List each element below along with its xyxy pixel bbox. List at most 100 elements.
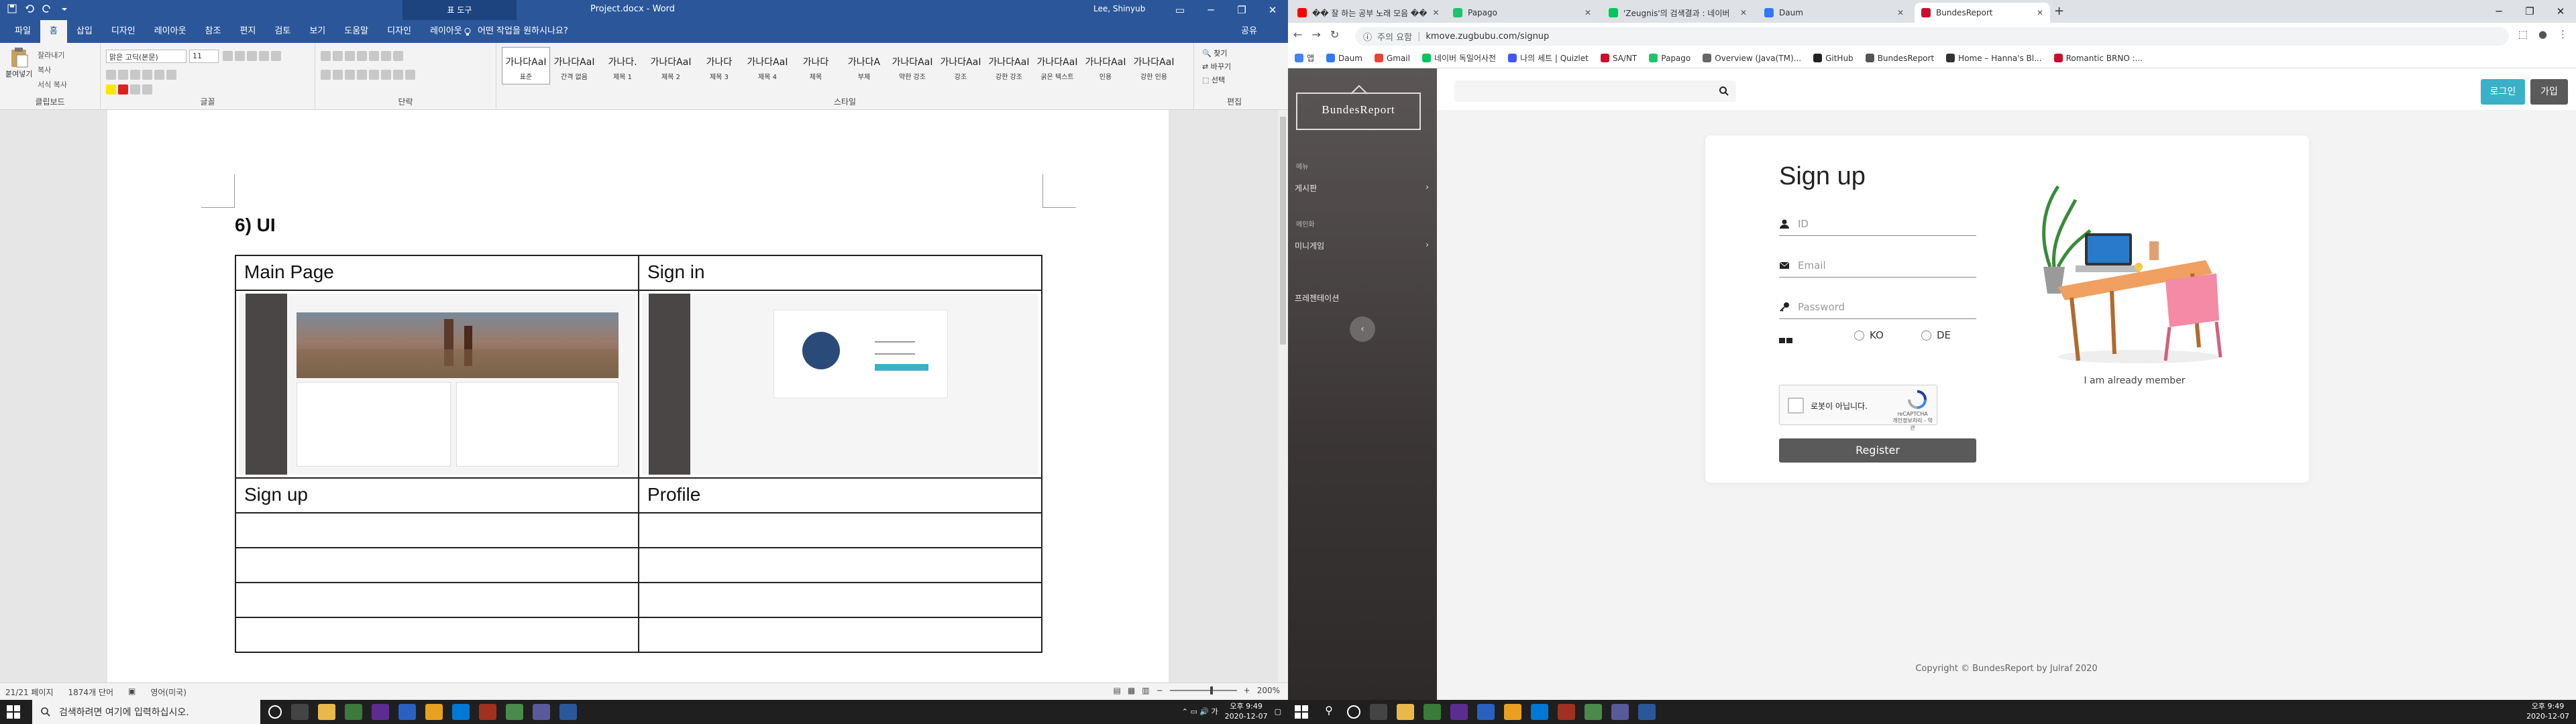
id-field[interactable]: ID <box>1779 212 1976 236</box>
omnibox[interactable]: ⓘ 주의 요함 | kmove.zugbubu.com/signup <box>1355 27 2509 46</box>
close-icon[interactable]: ✕ <box>2545 0 2576 23</box>
profile-avatar-icon[interactable]: ● <box>2538 28 2547 40</box>
phonetic-icon[interactable] <box>271 51 281 61</box>
copy-button[interactable]: 복사 <box>38 63 67 78</box>
windows-start-icon[interactable] <box>1295 705 1308 719</box>
extensions-puzzle-icon[interactable]: ⬚ <box>2518 28 2528 40</box>
browser-tab[interactable]: Daum ✕ <box>1758 3 1911 23</box>
sidebar-item-board[interactable]: 게시판 › <box>1295 182 1429 194</box>
customize-qat-icon[interactable] <box>59 3 70 14</box>
table-cell[interactable] <box>235 617 639 653</box>
app-icon[interactable] <box>533 704 550 720</box>
password-field[interactable]: Password <box>1779 295 1976 319</box>
language-status[interactable]: 영어(미국) <box>150 686 186 698</box>
vscode-icon[interactable] <box>452 704 470 720</box>
table-cell-image[interactable] <box>235 290 639 479</box>
read-mode-icon[interactable]: ▤ <box>1114 686 1121 695</box>
radio-circle[interactable] <box>1921 330 1931 341</box>
italic-icon[interactable] <box>118 70 128 80</box>
bullets-icon[interactable] <box>321 51 331 61</box>
app-icon[interactable] <box>506 704 523 720</box>
share-button[interactable]: 공유 <box>1241 20 1257 43</box>
bold-icon[interactable] <box>106 70 116 80</box>
align-right-icon[interactable] <box>345 70 355 80</box>
word-icon[interactable] <box>559 704 577 720</box>
print-layout-icon[interactable]: ▦ <box>1128 686 1135 695</box>
ribbon-tab[interactable]: 디자인 <box>378 20 421 43</box>
paste-button[interactable]: 붙여넣기 <box>5 47 32 79</box>
table-cell[interactable] <box>235 512 639 548</box>
highlight-icon[interactable] <box>106 84 116 95</box>
cut-button[interactable]: 잘라내기 <box>38 48 67 63</box>
lang-de-radio[interactable]: DE <box>1921 329 1951 341</box>
grow-font-icon[interactable] <box>223 51 233 61</box>
scroll-thumb[interactable] <box>1280 117 1286 345</box>
table-cell[interactable]: Sign in <box>637 255 1043 291</box>
proofing-icon[interactable]: ▣ <box>128 686 136 698</box>
app-icon[interactable] <box>479 704 496 720</box>
word-count[interactable]: 1874개 단어 <box>68 686 113 698</box>
justify-icon[interactable] <box>357 70 367 80</box>
increase-indent-icon[interactable] <box>369 51 379 61</box>
bookmark-item[interactable]: 앱 <box>1295 52 1314 64</box>
bookmark-item[interactable]: Home – Hanna's Bl... <box>1946 54 2042 63</box>
zoom-slider[interactable] <box>1169 686 1237 695</box>
taskbar-search[interactable]: 검색하려면 여기에 입력하십시오. <box>32 700 260 724</box>
table-cell[interactable]: Main Page <box>235 255 639 291</box>
app-icon[interactable] <box>1558 704 1575 720</box>
tab-close-icon[interactable]: ✕ <box>1585 8 1591 17</box>
bookmark-item[interactable]: 네이버 독일어사전 <box>1421 52 1496 64</box>
ribbon-tab[interactable]: 편지 <box>230 20 265 43</box>
browser-tab[interactable]: Papago ✕ <box>1446 3 1598 23</box>
app-icon[interactable] <box>398 704 416 720</box>
warning-icon[interactable]: ⓘ <box>1363 30 1372 43</box>
multilevel-icon[interactable] <box>345 51 355 61</box>
bookmark-item[interactable]: Overview (Java(TM)... <box>1703 54 1801 63</box>
shading-icon[interactable] <box>393 70 403 80</box>
bookmark-item[interactable]: GitHub <box>1813 54 1854 63</box>
decrease-indent-icon[interactable] <box>357 51 367 61</box>
style-item[interactable]: 가나다AaI 제목 2 <box>647 47 695 84</box>
register-button[interactable]: Register <box>1779 438 1976 463</box>
cortana-icon[interactable] <box>1347 705 1360 719</box>
save-icon[interactable] <box>7 3 17 14</box>
bookmark-item[interactable]: Papago <box>1649 54 1690 63</box>
visual-studio-icon[interactable] <box>372 704 389 720</box>
recaptcha-checkbox[interactable] <box>1788 398 1804 414</box>
strikethrough-icon[interactable] <box>142 70 152 80</box>
ribbon-tab[interactable]: 파일 <box>5 20 40 43</box>
format-painter-button[interactable]: 서식 복사 <box>38 78 67 93</box>
file-explorer-icon[interactable] <box>1397 704 1414 720</box>
table-cell[interactable] <box>637 617 1043 653</box>
table-cell[interactable] <box>637 512 1043 548</box>
word-icon[interactable] <box>1638 704 1656 720</box>
new-tab-icon[interactable]: + <box>2054 4 2064 18</box>
table-cell[interactable]: Profile <box>637 477 1043 514</box>
ribbon-display-icon[interactable]: ▭ <box>1165 0 1195 20</box>
clear-format-icon[interactable] <box>259 51 269 61</box>
already-member-link[interactable]: I am already member <box>2054 375 2215 386</box>
ribbon-tab[interactable]: 보기 <box>300 20 335 43</box>
style-item[interactable]: 가나다AaI 강한 강조 <box>985 47 1033 84</box>
style-item[interactable]: 가나다AaI 약한 강조 <box>888 47 936 84</box>
style-item[interactable]: 가나다AaI 간격 없음 <box>550 47 598 84</box>
back-icon[interactable]: ← <box>1293 28 1302 41</box>
bookmark-item[interactable]: SA/NT <box>1600 54 1637 63</box>
tray-icons[interactable]: ⌃ ▭ 🔊 가 <box>1182 706 1218 717</box>
style-item[interactable]: 가나다 제목 <box>792 47 840 84</box>
zoom-in-icon[interactable]: + <box>1244 686 1250 695</box>
ribbon-tab[interactable]: 디자인 <box>102 20 145 43</box>
bookmark-item[interactable]: BundesReport <box>1865 54 1934 63</box>
bookmark-item[interactable]: Romantic BRNO :... <box>2053 54 2143 63</box>
visual-studio-icon[interactable] <box>1450 704 1468 720</box>
align-center-icon[interactable] <box>333 70 343 80</box>
table-cell[interactable] <box>235 582 639 618</box>
ribbon-tab[interactable]: 삽입 <box>67 20 102 43</box>
login-button[interactable]: 로그인 <box>2481 79 2525 105</box>
app-icon[interactable] <box>1611 704 1629 720</box>
style-item[interactable]: 가나다AaI 제목 4 <box>743 47 792 84</box>
underline-icon[interactable] <box>130 70 140 80</box>
style-item[interactable]: 가나다AaI 강한 인용 <box>1130 47 1178 84</box>
style-item[interactable]: 가나다 제목 3 <box>695 47 743 84</box>
style-item[interactable]: 가나다A 부제 <box>840 47 888 84</box>
